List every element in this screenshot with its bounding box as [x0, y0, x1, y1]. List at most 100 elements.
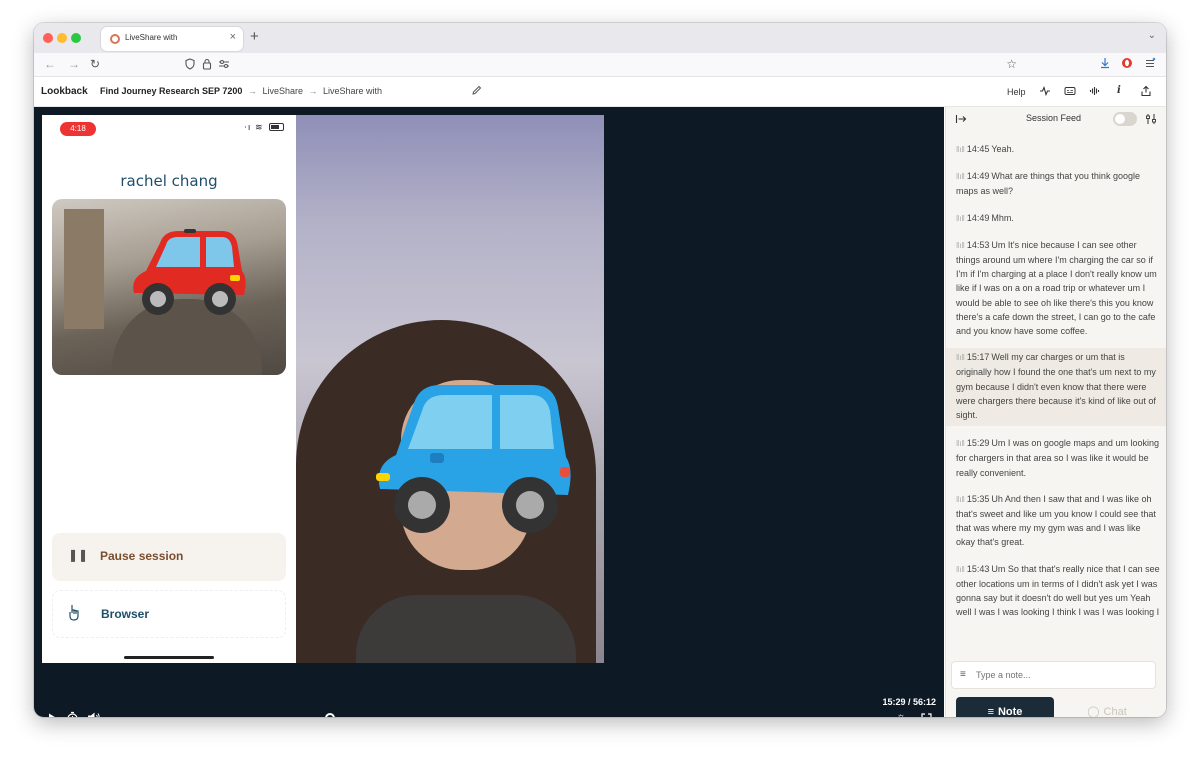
- transcript-timestamp[interactable]: 15:29: [967, 438, 990, 448]
- activity-icon[interactable]: [1039, 85, 1051, 97]
- filter-sliders-icon[interactable]: [1145, 113, 1157, 125]
- permissions-icon[interactable]: [218, 59, 230, 69]
- participant-name: rachel chang: [120, 172, 218, 190]
- note-input[interactable]: [976, 667, 1146, 683]
- bookmark-star-icon[interactable]: ☆: [1006, 57, 1017, 71]
- audio-wave-icon: ‖ı‖: [956, 240, 965, 250]
- chat-button-label: Chat: [1103, 706, 1127, 717]
- share-icon[interactable]: [1140, 85, 1152, 97]
- transcript-text: Mhm.: [991, 212, 1014, 223]
- chat-bubble-icon: ◯: [1087, 706, 1100, 717]
- phone-status-icons: ⋅ı ≋: [244, 122, 284, 133]
- note-button-label: Note: [997, 706, 1023, 717]
- note-input-box[interactable]: ≡: [951, 661, 1156, 689]
- blue-car-emoji-icon: [376, 385, 571, 533]
- edit-pencil-icon[interactable]: [471, 85, 482, 96]
- timer-icon[interactable]: [66, 711, 79, 717]
- transcript-entry[interactable]: ‖ı‖ 14:49 What are things that you think g…: [946, 167, 1166, 200]
- collapse-panel-icon[interactable]: [955, 114, 967, 124]
- transcript-timestamp[interactable]: 15:35: [967, 494, 990, 504]
- transcript-timestamp[interactable]: 14:53: [967, 240, 990, 250]
- pause-icon: ❚❚: [68, 548, 89, 562]
- note-button[interactable]: ≡ Note: [956, 697, 1054, 717]
- audio-waveform-icon[interactable]: [1089, 85, 1101, 97]
- note-lines-icon: ≡: [960, 669, 966, 680]
- playhead-handle[interactable]: [324, 713, 335, 717]
- transcript-entry[interactable]: ‖ı‖ 14:49 Mhm.: [946, 209, 1166, 228]
- tab-close-icon[interactable]: ×: [230, 31, 236, 43]
- wifi-icon: ≋: [254, 122, 264, 132]
- transcript-timestamp[interactable]: 15:43: [967, 564, 990, 574]
- transcript-entry[interactable]: ‖ı‖ 15:43 Um So that that's really nice th…: [946, 560, 1166, 618]
- browser-tab[interactable]: LiveShare with ×: [101, 27, 243, 51]
- play-icon[interactable]: [46, 712, 58, 717]
- address-bar[interactable]: ☆: [180, 56, 1020, 74]
- forward-arrow-icon[interactable]: →: [68, 57, 80, 71]
- chat-button[interactable]: ◯ Chat: [1058, 697, 1156, 717]
- app-header: Lookback Find Journey Research SEP 7200 …: [34, 78, 1166, 107]
- signal-icon: ⋅ı: [244, 122, 252, 132]
- session-feed-panel: Session Feed ‖ı‖ 14:45 Yeah. ‖ı‖ 14:49 What a…: [945, 107, 1166, 717]
- breadcrumb-project[interactable]: Find Journey Research SEP 7200: [100, 86, 242, 96]
- tab-strip: LiveShare with × + ⌄: [34, 23, 1166, 53]
- feed-header: Session Feed: [946, 107, 1166, 131]
- transcript-entry[interactable]: ‖ı‖ 15:29 Um I was on google maps and um l…: [946, 434, 1166, 482]
- captions-icon[interactable]: [1064, 85, 1076, 97]
- extension-icon[interactable]: [1121, 57, 1133, 69]
- lock-icon: [202, 58, 212, 70]
- zoom-window-button[interactable]: [71, 33, 81, 43]
- breadcrumb: Find Journey Research SEP 7200 → LiveSha…: [100, 86, 382, 96]
- transcript-timestamp[interactable]: 14:49: [967, 213, 990, 223]
- transcript-timestamp[interactable]: 14:49: [967, 171, 990, 181]
- participant-phone-screen: 4:18 ⋅ı ≋ rachel chang ❚❚ Pause session …: [42, 115, 296, 663]
- breadcrumb-separator-icon: →: [247, 86, 257, 96]
- transcript-entry[interactable]: ‖ı‖ 15:17 Well my car charges or um that i…: [946, 348, 1166, 427]
- fullscreen-icon[interactable]: [921, 713, 932, 717]
- browser-window: LiveShare with × + ⌄ ← → ↻ ☆ Lookback Fi…: [34, 23, 1166, 717]
- feed-toggle[interactable]: [1113, 112, 1137, 126]
- participant-shirt: [356, 595, 576, 663]
- new-tab-button[interactable]: +: [250, 28, 259, 45]
- breadcrumb-section[interactable]: LiveShare: [262, 86, 303, 96]
- transcript-text: Well my car charges or um that is origin…: [956, 352, 1156, 421]
- brand-logo[interactable]: Lookback: [41, 86, 88, 97]
- transcript-entry[interactable]: ‖ı‖ 14:53 Um It's nice because I can see o…: [946, 236, 1166, 340]
- transcript-entry[interactable]: ‖ı‖ 14:45 Yeah.: [946, 140, 1166, 159]
- back-arrow-icon[interactable]: ←: [44, 57, 56, 71]
- background-door: [64, 209, 104, 329]
- brightness-icon[interactable]: ☼: [896, 711, 906, 717]
- shield-icon: [185, 58, 195, 70]
- audio-wave-icon: ‖ı‖: [956, 172, 965, 182]
- minimize-window-button[interactable]: [57, 33, 67, 43]
- volume-icon[interactable]: [87, 711, 101, 717]
- toolbar: ← → ↻ ☆: [34, 53, 1166, 77]
- home-indicator: [124, 656, 214, 659]
- menu-icon[interactable]: [1144, 57, 1156, 69]
- transcript-list[interactable]: ‖ı‖ 14:45 Yeah. ‖ı‖ 14:49 What are things tha…: [946, 140, 1166, 618]
- pointing-hand-icon: [69, 605, 79, 621]
- transcript-timestamp[interactable]: 14:45: [967, 144, 990, 154]
- reload-icon[interactable]: ↻: [90, 57, 100, 71]
- downloads-icon[interactable]: [1099, 57, 1111, 69]
- breadcrumb-separator-icon: →: [308, 86, 318, 96]
- tab-title: LiveShare with: [125, 33, 178, 42]
- close-window-button[interactable]: [43, 33, 53, 43]
- pause-session-label: Pause session: [100, 549, 184, 563]
- transcript-entry[interactable]: ‖ı‖ 15:35 Uh And then I saw that and I was…: [946, 490, 1166, 552]
- video-player: 4:18 ⋅ı ≋ rachel chang ❚❚ Pause session …: [34, 107, 944, 717]
- audio-wave-icon: ‖ı‖: [956, 439, 965, 449]
- phone-clock: 4:18: [60, 122, 96, 136]
- audio-wave-icon: ‖ı‖: [956, 145, 965, 154]
- transcript-text: Um It's nice because I can see other thi…: [956, 239, 1157, 337]
- transcript-text: Yeah.: [991, 144, 1015, 154]
- help-link[interactable]: Help: [1007, 87, 1026, 97]
- info-icon[interactable]: i: [1117, 85, 1121, 96]
- audio-wave-icon: ‖ı‖: [956, 564, 965, 574]
- audio-wave-icon: ‖ı‖: [956, 213, 965, 223]
- browser-button[interactable]: Browser: [52, 590, 286, 638]
- transcript-timestamp[interactable]: 15:17: [967, 352, 990, 362]
- tab-list-chevron-icon[interactable]: ⌄: [1148, 30, 1156, 41]
- favicon-icon: [110, 34, 120, 44]
- participant-webcam-video: [296, 115, 604, 663]
- pause-session-button[interactable]: ❚❚ Pause session: [52, 533, 286, 581]
